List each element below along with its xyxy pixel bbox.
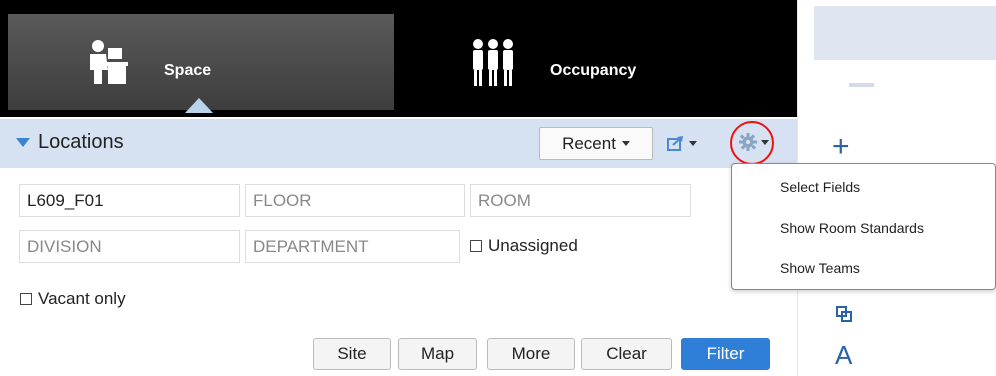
minus-icon[interactable] <box>849 83 874 87</box>
vacant-only-label: Vacant only <box>38 289 126 308</box>
text-tool-icon[interactable]: A <box>835 340 852 371</box>
room-field[interactable] <box>470 184 691 217</box>
chevron-down-icon <box>621 141 630 146</box>
locations-toggle[interactable]: Locations <box>16 131 124 154</box>
vacant-only-checkbox[interactable] <box>20 293 32 305</box>
vacant-only-option[interactable]: Vacant only <box>20 289 126 309</box>
recent-dropdown-button[interactable]: Recent <box>539 127 653 160</box>
menu-item-select-fields[interactable]: Select Fields <box>780 179 860 195</box>
copy-icon[interactable] <box>836 306 852 322</box>
locations-header: Locations Recent <box>0 119 797 168</box>
unassigned-option[interactable]: Unassigned <box>470 236 578 256</box>
tab-occupancy[interactable]: Occupancy <box>420 14 797 110</box>
plus-icon[interactable]: + <box>832 132 850 162</box>
highlight-circle <box>730 121 774 165</box>
chevron-down-icon <box>689 140 697 146</box>
export-icon <box>667 136 683 151</box>
panel-header-block <box>814 6 996 60</box>
gear-dropdown-menu: Select Fields Show Room Standards Show T… <box>731 163 996 290</box>
division-field[interactable] <box>19 230 240 263</box>
person-desk-icon <box>90 40 128 84</box>
locations-title: Locations <box>38 131 124 153</box>
department-field[interactable] <box>245 230 460 263</box>
unassigned-checkbox[interactable] <box>470 240 482 252</box>
building-field[interactable] <box>19 184 240 217</box>
more-button[interactable]: More <box>487 338 575 370</box>
recent-label: Recent <box>562 133 616 153</box>
people-group-icon <box>473 39 513 86</box>
top-nav: Space Occupancy <box>0 0 797 117</box>
site-button[interactable]: Site <box>313 338 391 370</box>
floor-field[interactable] <box>245 184 465 217</box>
unassigned-label: Unassigned <box>488 236 578 255</box>
filter-button[interactable]: Filter <box>681 338 770 370</box>
tab-space-label: Space <box>164 62 212 79</box>
clear-button[interactable]: Clear <box>581 338 672 370</box>
map-button[interactable]: Map <box>398 338 477 370</box>
tab-space[interactable]: Space <box>8 14 394 110</box>
tab-occupancy-label: Occupancy <box>550 62 637 79</box>
menu-item-show-teams[interactable]: Show Teams <box>780 260 860 276</box>
active-tab-indicator <box>185 98 213 113</box>
collapse-triangle-icon <box>16 138 30 147</box>
export-button[interactable] <box>667 135 697 151</box>
menu-item-show-room-standards[interactable]: Show Room Standards <box>780 220 924 236</box>
